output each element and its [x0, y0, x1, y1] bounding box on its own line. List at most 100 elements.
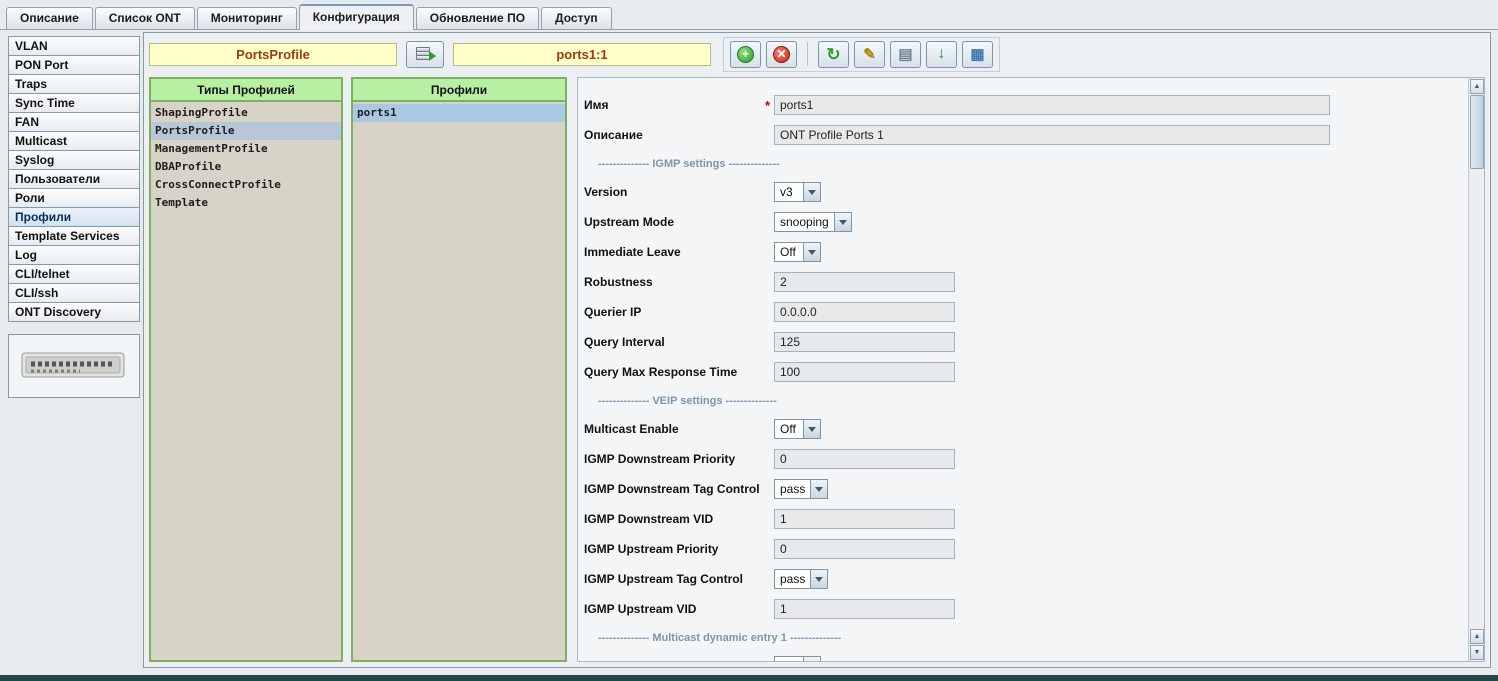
sidebar-item[interactable]: Traps: [8, 74, 140, 94]
chevron-down-icon[interactable]: [810, 480, 827, 498]
sidebar-item[interactable]: Sync Time: [8, 93, 140, 113]
field-input[interactable]: [774, 599, 955, 619]
toolbar-download-button[interactable]: ↓: [926, 41, 957, 68]
field-select[interactable]: snooping: [774, 212, 852, 232]
profile-type-item[interactable]: PortsProfile: [151, 122, 341, 140]
form-row: IGMP Upstream VID: [584, 594, 1468, 624]
field-input[interactable]: [774, 272, 955, 292]
window-bottom-edge: [0, 675, 1498, 681]
tab-active[interactable]: Конфигурация: [299, 4, 414, 29]
field-select[interactable]: Off: [774, 419, 821, 439]
profiles-header: Профили: [353, 79, 565, 102]
tab[interactable]: Доступ: [541, 7, 612, 29]
toolbar-refresh-button[interactable]: ↻: [818, 41, 849, 68]
sidebar-item[interactable]: Multicast: [8, 131, 140, 151]
profile-type-item[interactable]: CrossConnectProfile: [151, 176, 341, 194]
profile-type-item[interactable]: DBAProfile: [151, 158, 341, 176]
scroll-thumb[interactable]: [1470, 95, 1484, 169]
apply-to-device-button[interactable]: [406, 41, 444, 68]
sidebar-item[interactable]: Пользователи: [8, 169, 140, 189]
device-image-box: [8, 334, 140, 398]
tab[interactable]: Описание: [6, 7, 93, 29]
form-row: Upstream Modesnooping: [584, 207, 1468, 237]
select-value: Off: [775, 657, 803, 661]
field-input[interactable]: [774, 449, 955, 469]
profile-item[interactable]: ports1: [353, 104, 565, 122]
sidebar-item[interactable]: Роли: [8, 188, 140, 208]
required-asterisk: *: [761, 98, 774, 113]
form-row: Immediate LeaveOff: [584, 237, 1468, 267]
field-label: Описание: [584, 128, 761, 142]
toolbar-delete-button[interactable]: ✕: [766, 41, 797, 68]
field-input[interactable]: [774, 302, 955, 322]
sidebar-item[interactable]: PON Port: [8, 55, 140, 75]
field-input[interactable]: [774, 539, 955, 559]
toolbar-add-button[interactable]: +: [730, 41, 761, 68]
scroll-down-icon[interactable]: ▼: [1470, 645, 1484, 660]
sidebar-item[interactable]: CLI/ssh: [8, 283, 140, 303]
field-select[interactable]: v3: [774, 182, 821, 202]
sidebar-item[interactable]: FAN: [8, 112, 140, 132]
chevron-down-icon[interactable]: [803, 420, 820, 438]
sidebar-item[interactable]: Template Services: [8, 226, 140, 246]
tab[interactable]: Мониторинг: [197, 7, 297, 29]
profile-type-item[interactable]: ManagementProfile: [151, 140, 341, 158]
select-value: pass: [775, 570, 810, 588]
toolbar: + ✕ ↻ ✎▤↓▦: [723, 37, 1000, 72]
field-label: IGMP Downstream Priority: [584, 452, 761, 466]
form-row: Querier IP: [584, 297, 1468, 327]
field-label: IGMP Upstream Priority: [584, 542, 761, 556]
form-section-header: -------------- IGMP settings -----------…: [598, 158, 1468, 171]
form-row: Query Interval: [584, 327, 1468, 357]
chevron-down-icon[interactable]: [810, 570, 827, 588]
sidebar-item[interactable]: Syslog: [8, 150, 140, 170]
configuration-panel: PortsProfile ports1:1 + ✕ ↻ ✎▤↓▦ Типы Профи…: [143, 32, 1491, 668]
chevron-down-icon[interactable]: [803, 243, 820, 261]
sidebar-item[interactable]: ONT Discovery: [8, 302, 140, 322]
profiles-panel: Профили ports1: [351, 77, 567, 662]
form-row: EnabledOff: [584, 651, 1468, 661]
refresh-icon: ↻: [826, 46, 840, 63]
tab[interactable]: Обновление ПО: [416, 7, 539, 29]
chevron-down-icon[interactable]: [803, 657, 820, 661]
chevron-down-icon[interactable]: [803, 183, 820, 201]
vertical-scrollbar[interactable]: ▲ ▲ ▼: [1468, 78, 1484, 661]
field-label: IGMP Upstream VID: [584, 602, 761, 616]
field-input[interactable]: [774, 95, 1330, 115]
select-value: pass: [775, 480, 810, 498]
tab-frame-line: [0, 29, 1498, 30]
profile-type-field[interactable]: PortsProfile: [149, 43, 397, 66]
field-input[interactable]: [774, 362, 955, 382]
tab[interactable]: Список ONT: [95, 7, 195, 29]
profile-types-panel: Типы Профилей ShapingProfilePortsProfile…: [149, 77, 343, 662]
chevron-down-icon[interactable]: [834, 213, 851, 231]
field-select[interactable]: Off: [774, 242, 821, 262]
form-row: Описание: [584, 120, 1468, 150]
field-input[interactable]: [774, 509, 955, 529]
scroll-up-icon[interactable]: ▲: [1470, 79, 1484, 94]
field-input[interactable]: [774, 125, 1330, 145]
select-value: v3: [775, 183, 803, 201]
sidebar-item[interactable]: VLAN: [8, 36, 140, 56]
field-label: IGMP Upstream Tag Control: [584, 572, 761, 586]
sidebar-item[interactable]: Log: [8, 245, 140, 265]
form-row: Query Max Response Time: [584, 357, 1468, 387]
toolbar-export-button[interactable]: ▦: [962, 41, 993, 68]
toolbar-edit-button[interactable]: ✎: [854, 41, 885, 68]
profile-types-header: Типы Профилей: [151, 79, 341, 102]
field-label: Query Interval: [584, 335, 761, 349]
field-input[interactable]: [774, 332, 955, 352]
field-select[interactable]: pass: [774, 569, 828, 589]
profile-form: Имя*Описание-------------- IGMP settings…: [578, 78, 1468, 661]
form-row: IGMP Downstream Tag Controlpass: [584, 474, 1468, 504]
profile-type-item[interactable]: Template: [151, 194, 341, 212]
toolbar-copy-button[interactable]: ▤: [890, 41, 921, 68]
profile-instance-field[interactable]: ports1:1: [453, 43, 711, 66]
sidebar-item[interactable]: CLI/telnet: [8, 264, 140, 284]
add-icon: +: [737, 46, 754, 63]
scroll-up-bottom-icon[interactable]: ▲: [1470, 629, 1484, 644]
sidebar-item[interactable]: Профили: [8, 207, 140, 227]
field-select[interactable]: Off: [774, 656, 821, 661]
profile-type-item[interactable]: ShapingProfile: [151, 104, 341, 122]
field-select[interactable]: pass: [774, 479, 828, 499]
